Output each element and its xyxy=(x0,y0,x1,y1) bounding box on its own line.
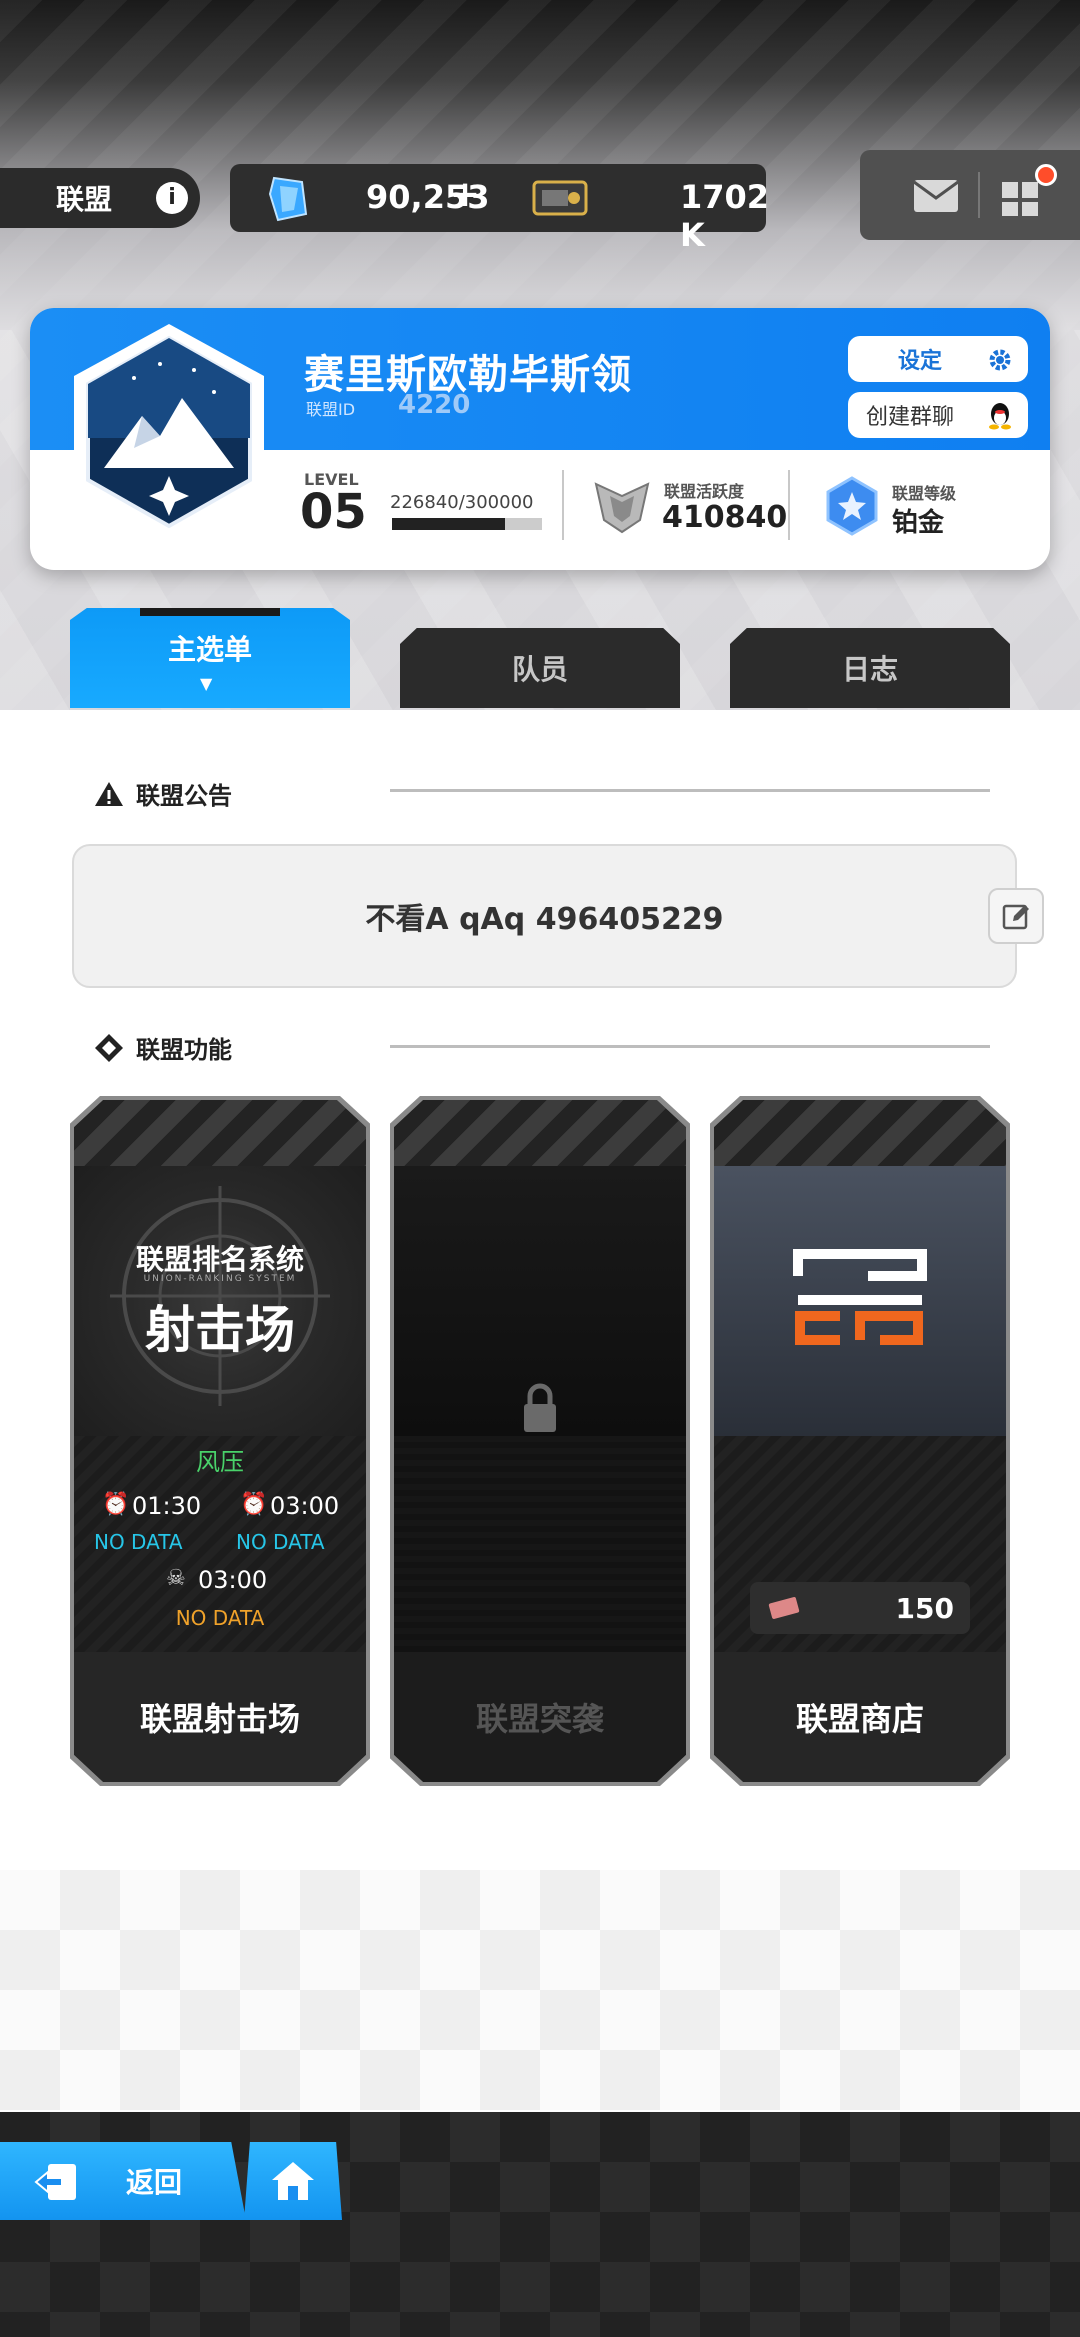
shooting-range-card[interactable]: 联盟排名系统 UNION-RANKING SYSTEM 射击场 风压 ⏰ 01:… xyxy=(74,1100,366,1782)
home-button[interactable] xyxy=(244,2142,342,2220)
features-section-title: 联盟功能 xyxy=(136,1036,232,1064)
shop-card[interactable]: 150 联盟商店 xyxy=(714,1100,1006,1782)
add-crystal-button[interactable]: + xyxy=(450,174,480,215)
shop-price-tag: 150 xyxy=(750,1582,970,1634)
activity-label: 联盟活跃度 xyxy=(664,482,745,501)
lock-icon xyxy=(524,1383,556,1432)
notice-text: 不看A qAq 496405229 xyxy=(365,902,724,937)
guild-id-label: 联盟ID xyxy=(306,400,356,419)
tab-members[interactable]: 队员 xyxy=(400,628,680,708)
info-icon[interactable]: i xyxy=(156,182,188,214)
mode-label: 风压 xyxy=(196,1448,244,1476)
currency-bar: 90,253 + 1702 K xyxy=(230,164,769,254)
rank-value: 铂金 xyxy=(892,508,945,538)
chevron-down-icon: ▼ xyxy=(200,674,213,693)
shooting-range-label: 联盟射击场 xyxy=(74,1652,366,1782)
guild-emblem xyxy=(64,318,274,548)
nodata-2: NO DATA xyxy=(236,1530,325,1554)
settings-label: 设定 xyxy=(898,349,943,374)
crystal-icon xyxy=(268,176,308,222)
tab-main-menu-label: 主选单 xyxy=(167,633,252,666)
guild-id: 4220 xyxy=(398,390,471,420)
back-label: 返回 xyxy=(126,2166,183,2199)
exp-text: 226840/300000 xyxy=(390,492,534,513)
raid-lower xyxy=(394,1436,686,1652)
exp-bar xyxy=(392,518,542,530)
tab-log-label: 日志 xyxy=(841,653,898,686)
notification-dot xyxy=(1035,164,1057,186)
nodata-3: NO DATA xyxy=(175,1606,265,1630)
tab-top-strip xyxy=(140,608,280,616)
top-right-menu xyxy=(860,150,1080,240)
banner-subtitle: UNION-RANKING SYSTEM xyxy=(143,1274,297,1284)
time-1: 01:30 xyxy=(132,1492,202,1520)
alarm-clock-icon: ⏰ xyxy=(102,1492,130,1517)
features-section-header: 联盟功能 xyxy=(94,1030,232,1065)
activity-value: 410840 xyxy=(662,500,788,535)
alarm-clock-icon: ⏰ xyxy=(240,1492,268,1517)
exit-icon xyxy=(34,2164,76,2200)
shooting-range-banner: 联盟排名系统 UNION-RANKING SYSTEM 射击场 xyxy=(74,1166,366,1436)
notice-box: 不看A qAq 496405229 xyxy=(72,844,1017,988)
platinum-rank-icon xyxy=(826,476,878,536)
gear-icon xyxy=(989,349,1011,371)
page-title-tag: 联盟 i xyxy=(0,168,200,228)
back-button[interactable]: 返回 xyxy=(0,2142,246,2220)
shop-logo-icon xyxy=(793,1249,927,1345)
mail-icon[interactable] xyxy=(912,178,960,214)
group-chat-label: 创建群聊 xyxy=(866,405,955,430)
shop-label: 联盟商店 xyxy=(714,1652,1006,1782)
ticket-amount: 1702 K xyxy=(680,178,770,254)
diamond-icon xyxy=(95,1033,123,1062)
settings-button[interactable]: 设定 xyxy=(848,336,1028,382)
divider xyxy=(390,1045,990,1048)
bottom-pattern xyxy=(0,1870,1080,2110)
divider xyxy=(788,470,790,540)
raid-card[interactable]: 联盟突袭 xyxy=(394,1100,686,1782)
ticket-icon xyxy=(532,180,588,216)
info-panel: 风压 ⏰ 01:30 ⏰ 03:00 NO DATA NO DATA ☠ 03:… xyxy=(74,1436,366,1652)
time-2: 03:00 xyxy=(270,1492,340,1520)
tab-members-label: 队员 xyxy=(511,653,568,686)
tab-main-menu[interactable]: 主选单 xyxy=(70,608,350,708)
level-value: 05 xyxy=(300,484,367,540)
hazard-stripe xyxy=(74,1100,366,1166)
home-icon xyxy=(272,2162,314,2200)
notice-section-header: 联盟公告 xyxy=(94,776,232,811)
divider xyxy=(390,789,990,792)
page-title: 联盟 xyxy=(56,183,113,216)
qq-penguin-icon xyxy=(989,403,1011,430)
divider xyxy=(978,172,980,218)
ticket-icon xyxy=(768,1597,800,1619)
create-group-chat-button[interactable]: 创建群聊 xyxy=(848,392,1028,438)
edit-icon xyxy=(1002,904,1029,930)
mountain-emblem-icon xyxy=(74,324,264,540)
warning-icon xyxy=(95,781,123,806)
time-3: 03:00 xyxy=(198,1566,268,1594)
hazard-stripe xyxy=(714,1100,1006,1166)
hazard-stripe xyxy=(394,1100,686,1166)
tab-log[interactable]: 日志 xyxy=(730,628,1010,708)
exp-bar-fill xyxy=(392,518,506,530)
nodata-1: NO DATA xyxy=(94,1530,183,1554)
rank-label: 联盟等级 xyxy=(892,484,957,503)
skull-icon: ☠ xyxy=(166,1566,186,1591)
banner-title: 联盟排名系统 xyxy=(135,1243,304,1276)
banner-big-title: 射击场 xyxy=(145,1301,295,1359)
notice-section-title: 联盟公告 xyxy=(136,782,232,810)
divider xyxy=(562,470,564,540)
edit-notice-button[interactable] xyxy=(988,888,1044,944)
activity-badge-icon xyxy=(594,482,650,534)
raid-label: 联盟突袭 xyxy=(394,1652,686,1782)
shop-price: 150 xyxy=(895,1592,954,1625)
